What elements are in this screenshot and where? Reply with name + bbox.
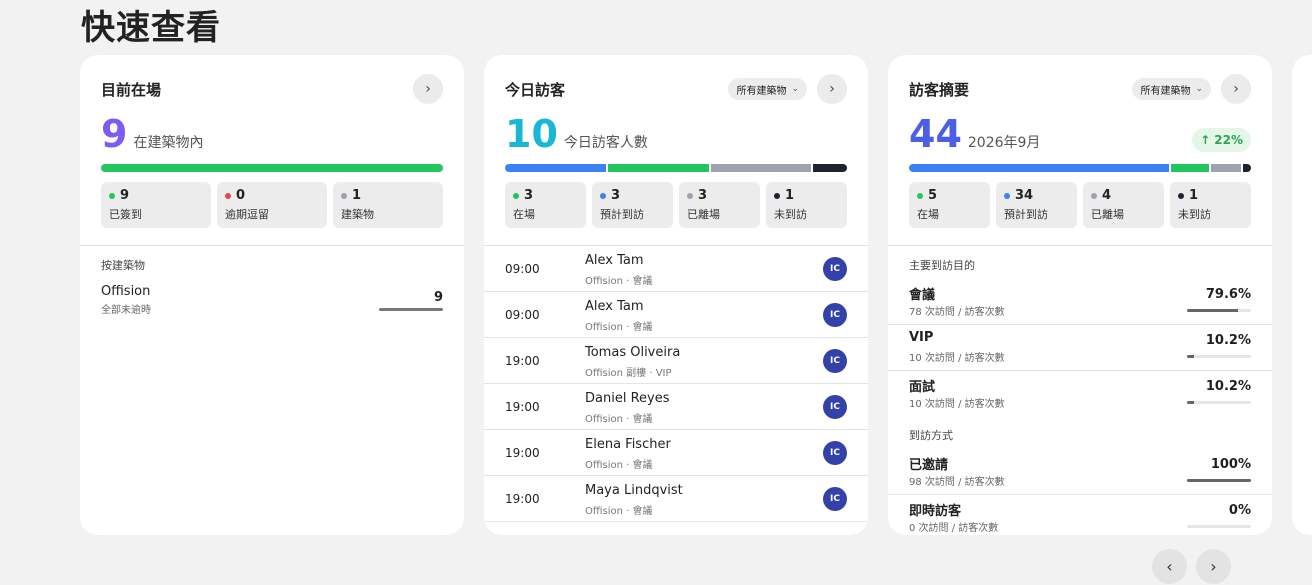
chevron-left-icon: ‹ bbox=[1166, 557, 1173, 576]
stat-buildings: 1 建築物 bbox=[333, 182, 443, 228]
avatar: IC bbox=[823, 441, 847, 465]
building-filter-dropdown[interactable]: 所有建築物 ⌄ bbox=[1132, 78, 1211, 100]
chevron-right-icon: › bbox=[829, 81, 835, 97]
purpose-section-label: 主要到訪目的 bbox=[909, 259, 975, 272]
monthly-count: 44 bbox=[909, 112, 962, 156]
gray-dot-icon bbox=[341, 192, 347, 199]
stat-expected: 34 預計到訪 bbox=[996, 182, 1077, 228]
stat-overstay: 0 逾期逗留 bbox=[217, 182, 327, 228]
visit-row[interactable]: 09:00 Alex Tam Offision · 會議 IC bbox=[484, 246, 868, 292]
card-title: 目前在場 bbox=[101, 80, 162, 99]
green-dot-icon bbox=[109, 192, 115, 199]
onsite-count-label: 在建築物內 bbox=[133, 135, 204, 151]
building-bar bbox=[379, 308, 443, 311]
onsite-progress-bar bbox=[101, 164, 443, 172]
avatar: IC bbox=[823, 487, 847, 511]
method-section-label: 到訪方式 bbox=[909, 429, 953, 442]
prev-page-button[interactable]: ‹ bbox=[1152, 549, 1187, 584]
chevron-right-icon: › bbox=[1233, 81, 1239, 97]
open-card-button[interactable]: › bbox=[1221, 74, 1251, 104]
method-row[interactable]: 即時訪客 0 次訪問 / 訪客次數 0% bbox=[888, 495, 1272, 535]
avatar: IC bbox=[823, 395, 847, 419]
trend-badge: ↑ 22% bbox=[1192, 128, 1251, 152]
today-visitors-card: 今日訪客 所有建築物 ⌄ › 10 今日訪客人數 3 在場 3 預計到訪 3 已離… bbox=[484, 55, 868, 535]
building-count: 9 bbox=[433, 290, 443, 305]
avatar: IC bbox=[823, 349, 847, 373]
stat-signed-in: 9 已簽到 bbox=[101, 182, 211, 228]
visit-row[interactable]: 19:00 Maya Lindqvist Offision · 會議 IC bbox=[484, 476, 868, 522]
stat-no-show: 1 未到訪 bbox=[1170, 182, 1251, 228]
today-count-label: 今日訪客人數 bbox=[563, 135, 648, 151]
arrow-up-icon: ↑ bbox=[1200, 133, 1211, 147]
purpose-row[interactable]: 面試 10 次訪問 / 訪客次數 10.2% bbox=[888, 371, 1272, 417]
chevron-right-icon: › bbox=[1210, 557, 1217, 576]
avatar: IC bbox=[823, 303, 847, 327]
building-row[interactable]: Offision 全部未逾時 9 bbox=[101, 284, 443, 316]
stat-onsite: 3 在場 bbox=[505, 182, 586, 228]
summary-status-bar bbox=[909, 164, 1252, 172]
next-page-button[interactable]: › bbox=[1196, 549, 1231, 584]
page-title: 快速查看 bbox=[81, 8, 221, 48]
card-title: 今日訪客 bbox=[505, 80, 566, 99]
purpose-row[interactable]: VIP 10 次訪問 / 訪客次數 10.2% bbox=[888, 325, 1272, 371]
open-card-button[interactable]: › bbox=[817, 74, 847, 104]
building-filter-dropdown[interactable]: 所有建築物 ⌄ bbox=[728, 78, 807, 100]
dark-dot-icon bbox=[1178, 192, 1184, 199]
building-name: Offision bbox=[101, 284, 151, 299]
current-onsite-card: 目前在場 › 9 在建築物內 9 已簽到 0 逾期逗留 1 建築物 按建築物 O… bbox=[80, 55, 464, 535]
red-dot-icon bbox=[225, 192, 231, 199]
stat-no-show: 1 未到訪 bbox=[766, 182, 847, 228]
stat-left: 3 已離場 bbox=[679, 182, 760, 228]
visit-row[interactable]: 09:00 Alex Tam Offision · 會議 IC bbox=[484, 292, 868, 338]
open-card-button[interactable]: › bbox=[413, 74, 443, 104]
stat-onsite: 5 在場 bbox=[909, 182, 990, 228]
green-dot-icon bbox=[513, 192, 519, 199]
green-dot-icon bbox=[917, 192, 923, 199]
today-count: 10 bbox=[505, 112, 558, 156]
dark-dot-icon bbox=[774, 192, 780, 199]
onsite-count: 9 bbox=[101, 112, 128, 156]
today-status-bar bbox=[505, 164, 847, 172]
visit-row[interactable]: 19:00 Tomas Oliveira Offision 副樓 · VIP I… bbox=[484, 338, 868, 384]
chevron-down-icon: ⌄ bbox=[1195, 84, 1203, 94]
stat-left: 4 已離場 bbox=[1083, 182, 1164, 228]
blue-dot-icon bbox=[1004, 192, 1010, 199]
gray-dot-icon bbox=[687, 192, 693, 199]
method-row[interactable]: 已邀請 98 次訪問 / 訪客次數 100% bbox=[888, 449, 1272, 495]
blue-dot-icon bbox=[600, 192, 606, 199]
purpose-row[interactable]: 會議 78 次訪問 / 訪客次數 79.6% bbox=[888, 279, 1272, 325]
card-title: 訪客摘要 bbox=[909, 80, 970, 99]
visitor-summary-card: 訪客摘要 所有建築物 ⌄ › 44 2026年9月 ↑ 22% 5 在場 34 預計… bbox=[888, 55, 1272, 535]
visit-row[interactable]: 19:00 Daniel Reyes Offision · 會議 IC bbox=[484, 384, 868, 430]
stat-expected: 3 預計到訪 bbox=[592, 182, 673, 228]
by-building-label: 按建築物 bbox=[101, 259, 145, 272]
next-card-peek bbox=[1292, 55, 1312, 535]
gray-dot-icon bbox=[1091, 192, 1097, 199]
month-label: 2026年9月 bbox=[967, 135, 1041, 151]
avatar: IC bbox=[823, 257, 847, 281]
chevron-right-icon: › bbox=[425, 81, 431, 97]
visit-row[interactable]: 19:00 Elena Fischer Offision · 會議 IC bbox=[484, 430, 868, 476]
chevron-down-icon: ⌄ bbox=[791, 84, 799, 94]
